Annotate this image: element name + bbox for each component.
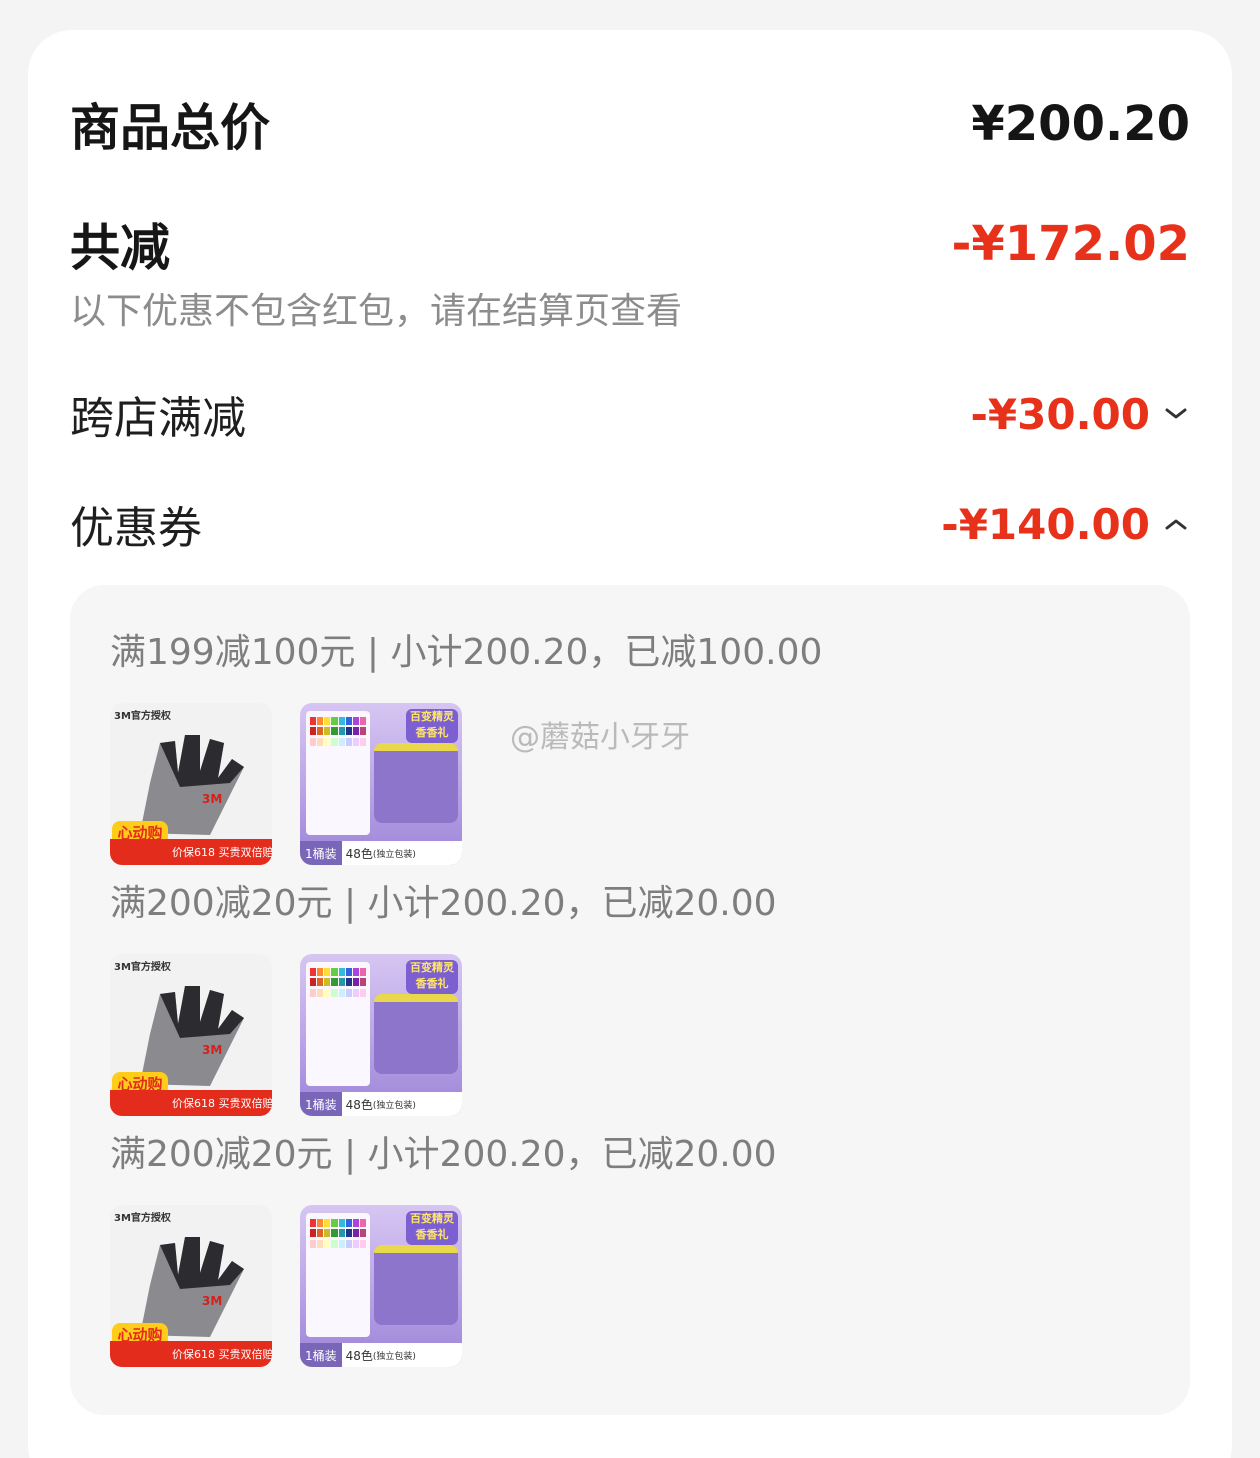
- paint-product-image[interactable]: 百变精灵香香礼 1桶装 48色 (独立包装): [300, 1205, 462, 1367]
- total-price-row: 商品总价 ¥200.20: [70, 88, 1190, 160]
- glove-product-image[interactable]: 3M官方授权 3M 心动购物季 价保618 买贵双倍赔: [110, 703, 272, 865]
- pack-label: 1桶装: [300, 1343, 342, 1367]
- paint-product-image[interactable]: 百变精灵香香礼 1桶装 48色 (独立包装): [300, 703, 462, 865]
- glove-brand-label: 3M官方授权: [114, 711, 171, 722]
- paint-product-footer: 1桶装 48色 (独立包装): [300, 1343, 462, 1367]
- coupon-row[interactable]: 优惠券 -¥140.00: [70, 492, 1190, 556]
- glove-product-image[interactable]: 3M官方授权 3M 心动购物季 价保618 买贵双倍赔: [110, 1205, 272, 1367]
- price-guarantee-tag: 价保618 买贵双倍赔: [110, 1341, 272, 1367]
- color-count-label: 48色: [345, 1348, 373, 1363]
- coupon-group: 满200减20元 | 小计200.20，已减20.00 3M官方授权 3M 心动…: [110, 1125, 777, 1367]
- product-thumbs: 3M官方授权 3M 心动购物季 价保618 买贵双倍赔: [110, 703, 822, 865]
- cross-store-discount-amount[interactable]: -¥30.00: [970, 390, 1190, 439]
- paint-product-title: 百变精灵香香礼: [406, 709, 458, 743]
- price-guarantee-tag: 价保618 买贵双倍赔: [110, 839, 272, 865]
- total-price-label: 商品总价: [70, 99, 270, 157]
- pack-note: (独立包装): [372, 1351, 416, 1362]
- pack-label: 1桶装: [300, 1092, 342, 1116]
- coupon-group-title: 满200减20元 | 小计200.20，已减20.00: [110, 1134, 777, 1175]
- paint-product-title: 百变精灵香香礼: [406, 1211, 458, 1245]
- pack-note: (独立包装): [372, 1100, 416, 1111]
- color-count-label: 48色: [345, 1097, 373, 1112]
- cross-store-discount-label: 跨店满减: [70, 393, 246, 444]
- coupon-group: 满200减20元 | 小计200.20，已减20.00 3M官方授权 3M 心动…: [110, 874, 777, 1116]
- product-thumbs: 3M官方授权 3M 心动购物季 价保618 买贵双倍赔: [110, 954, 777, 1116]
- paint-product-title: 百变精灵香香礼: [406, 960, 458, 994]
- glove-brand-label: 3M官方授权: [114, 1213, 171, 1224]
- svg-text:3M: 3M: [202, 1043, 222, 1057]
- discount-note: 以下优惠不包含红包，请在结算页查看: [70, 291, 683, 332]
- glove-product-image[interactable]: 3M官方授权 3M 心动购物季 价保618 买贵双倍赔: [110, 954, 272, 1116]
- chevron-down-icon[interactable]: [1162, 400, 1190, 428]
- total-discount-row: 共减 -¥172.02: [70, 208, 1190, 280]
- paint-product-footer: 1桶装 48色 (独立包装): [300, 1092, 462, 1116]
- color-count-label: 48色: [345, 846, 373, 861]
- total-discount-label: 共减: [70, 219, 170, 277]
- svg-text:3M: 3M: [202, 1294, 222, 1308]
- coupon-group-title: 满199减100元 | 小计200.20，已减100.00: [110, 632, 823, 673]
- pack-label: 1桶装: [300, 841, 342, 865]
- paint-product-image[interactable]: 百变精灵香香礼 1桶装 48色 (独立包装): [300, 954, 462, 1116]
- coupon-detail-box: 满199减100元 | 小计200.20，已减100.00 3M官方授权 3M …: [70, 585, 1190, 1415]
- cross-store-discount-row[interactable]: 跨店满减 -¥30.00: [70, 382, 1190, 446]
- coupon-group: 满199减100元 | 小计200.20，已减100.00 3M官方授权 3M …: [110, 623, 822, 865]
- pack-note: (独立包装): [372, 849, 416, 860]
- watermark: @蘑菇小牙牙: [510, 720, 690, 755]
- product-thumbs: 3M官方授权 3M 心动购物季 价保618 买贵双倍赔: [110, 1205, 777, 1367]
- total-discount-value: -¥172.02: [951, 216, 1190, 272]
- total-price-value: ¥200.20: [971, 96, 1190, 152]
- cross-store-discount-value: -¥30.00: [970, 389, 1150, 439]
- coupon-value: -¥140.00: [941, 499, 1150, 549]
- coupon-group-title: 满200减20元 | 小计200.20，已减20.00: [110, 883, 777, 924]
- coupon-label: 优惠券: [70, 503, 202, 554]
- paint-product-footer: 1桶装 48色 (独立包装): [300, 841, 462, 865]
- svg-text:3M: 3M: [202, 792, 222, 806]
- chevron-up-icon[interactable]: [1162, 510, 1190, 538]
- glove-brand-label: 3M官方授权: [114, 962, 171, 973]
- coupon-amount[interactable]: -¥140.00: [941, 500, 1190, 549]
- price-guarantee-tag: 价保618 买贵双倍赔: [110, 1090, 272, 1116]
